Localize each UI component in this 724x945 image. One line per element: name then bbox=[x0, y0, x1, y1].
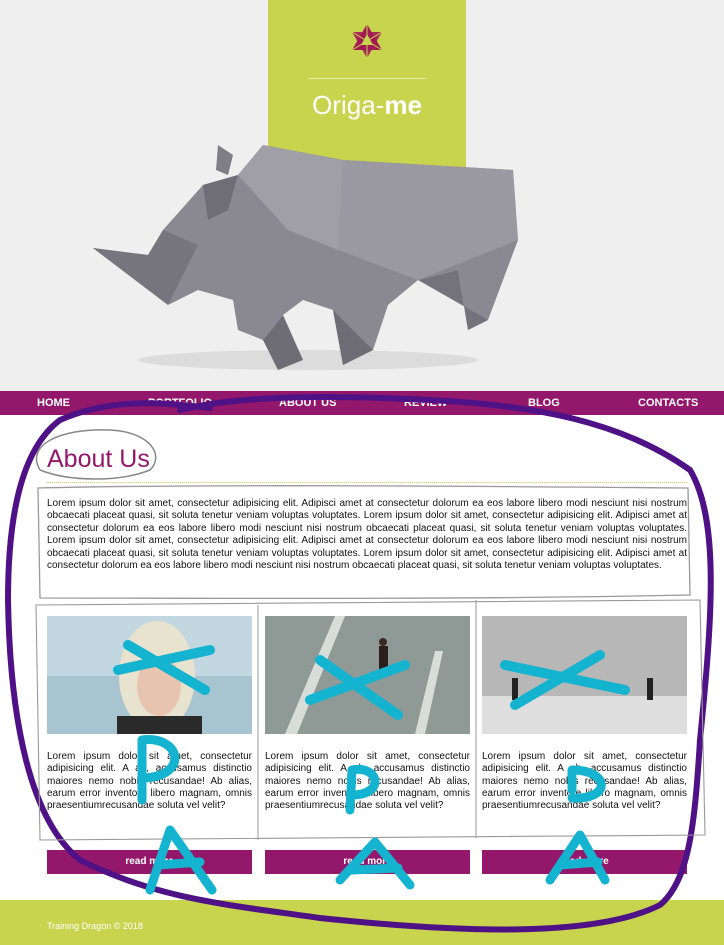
card-photo-woman bbox=[47, 616, 252, 734]
nav-portfolio[interactable]: PORTFOLIO bbox=[148, 397, 212, 409]
read-more-button[interactable]: read more bbox=[482, 850, 687, 874]
read-more-button[interactable]: read more bbox=[47, 850, 252, 874]
card-1: Lorem ipsum dolor sit amet, consectetur … bbox=[47, 616, 252, 874]
card-photo-street bbox=[265, 616, 470, 734]
nav-blog[interactable]: BLOG bbox=[528, 397, 560, 409]
brand-name[interactable]: Origa-me bbox=[268, 90, 466, 121]
brand-name-light: Origa- bbox=[312, 90, 385, 120]
card-photo-plaza bbox=[482, 616, 687, 734]
footer: Training Dragon © 2018 bbox=[0, 900, 724, 945]
card-text: Lorem ipsum dolor sit amet, consectetur … bbox=[265, 751, 470, 812]
nav-review[interactable]: REVIEW bbox=[404, 397, 447, 409]
main-nav: HOME PORTFOLIO ABOUT US REVIEW BLOG CONT… bbox=[0, 391, 724, 415]
brand-divider bbox=[308, 78, 426, 79]
brand-name-bold: me bbox=[384, 90, 422, 120]
nav-about-us[interactable]: ABOUT US bbox=[279, 397, 336, 409]
card-3: Lorem ipsum dolor sit amet, consectetur … bbox=[482, 616, 687, 874]
star-logo-icon[interactable] bbox=[348, 22, 386, 60]
about-paragraph: Lorem ipsum dolor sit amet, consectetur … bbox=[47, 498, 687, 572]
nav-contacts[interactable]: CONTACTS bbox=[638, 397, 698, 409]
card-text: Lorem ipsum dolor sit amet, consectetur … bbox=[47, 751, 252, 812]
footer-copyright: Training Dragon © 2018 bbox=[47, 921, 143, 931]
nav-home[interactable]: HOME bbox=[37, 397, 70, 409]
origami-rhino-image bbox=[93, 145, 518, 370]
card-text: Lorem ipsum dolor sit amet, consectetur … bbox=[482, 751, 687, 812]
hero-banner: Origa-me bbox=[0, 0, 724, 391]
card-2: Lorem ipsum dolor sit amet, consectetur … bbox=[265, 616, 470, 874]
about-title: About Us bbox=[47, 445, 150, 473]
read-more-button[interactable]: read more bbox=[265, 850, 470, 874]
title-divider bbox=[47, 482, 687, 483]
